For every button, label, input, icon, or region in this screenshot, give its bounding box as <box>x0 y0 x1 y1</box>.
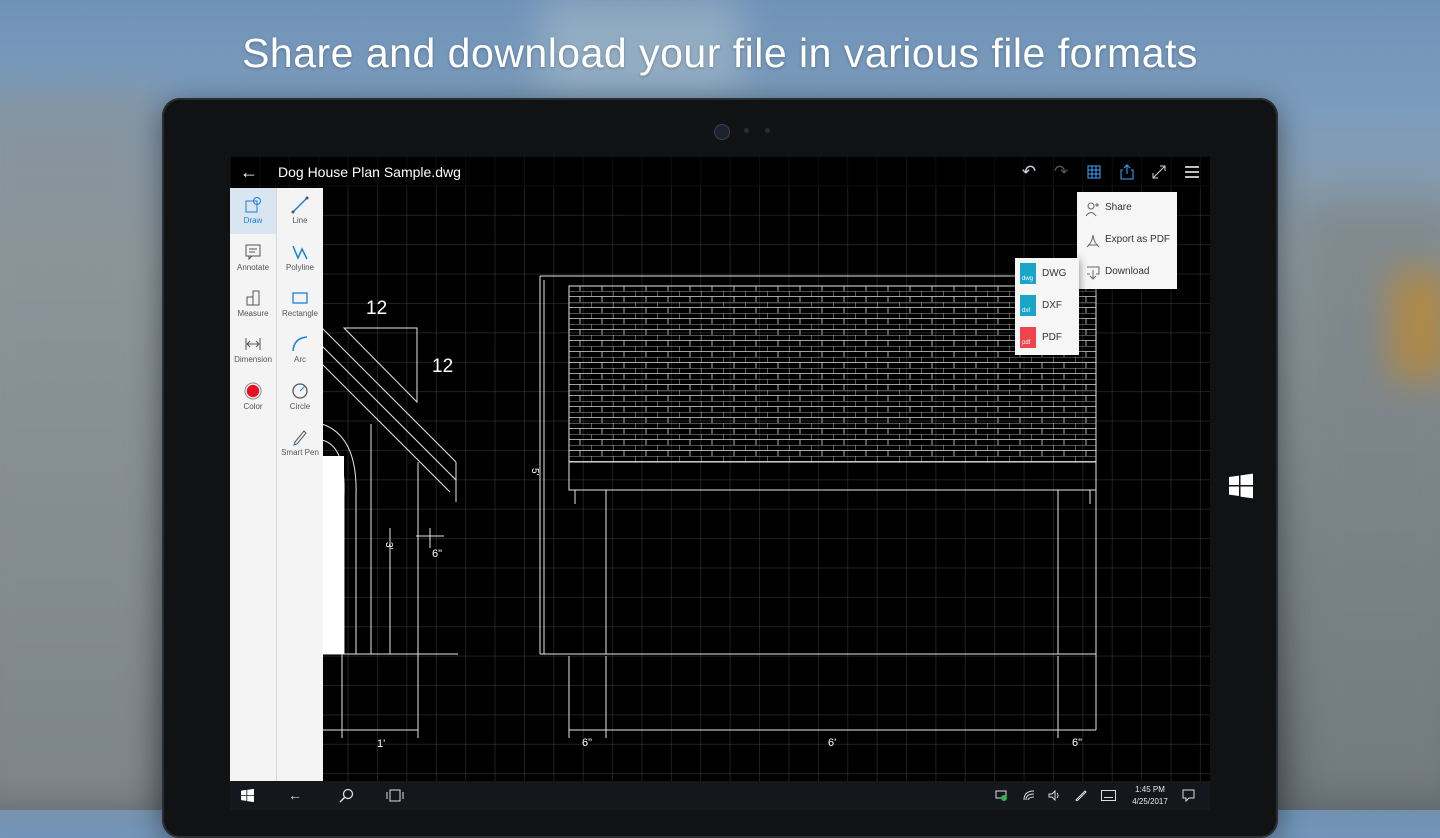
tool-label: Annotate <box>236 263 270 272</box>
line-icon <box>291 196 309 214</box>
menu-item-label: Export as PDF <box>1105 234 1171 245</box>
tool-rectangle[interactable]: Rectangle <box>277 281 323 327</box>
measure-icon <box>246 290 260 306</box>
start-icon[interactable] <box>240 788 255 803</box>
menu-item-export-pdf[interactable]: Export as PDF <box>1077 225 1177 257</box>
tool-color[interactable]: Color <box>230 374 276 420</box>
notifications-icon[interactable] <box>1182 789 1195 802</box>
tool-label: Smart Pen <box>281 448 319 457</box>
camera-icon <box>714 124 730 140</box>
app-screen: 12 12 5' 3' 6" 1' 6" 6' 6" ← Dog House P… <box>230 156 1210 810</box>
security-tray-icon[interactable] <box>995 790 1007 801</box>
tool-label: Dimension <box>234 355 272 364</box>
cad-drawing[interactable]: 12 12 5' 3' 6" 1' 6" 6' 6" <box>230 156 1210 781</box>
sensor-dot <box>744 128 749 133</box>
arrow-left-icon[interactable]: ← <box>240 162 262 182</box>
format-label: DXF <box>1042 300 1062 311</box>
dwg-file-icon: dwg <box>1020 263 1036 284</box>
door-width-dim-label: 1' <box>377 738 385 750</box>
roof-run-label: 12 <box>366 298 387 319</box>
download-icon <box>1087 266 1100 280</box>
download-format-menu: dwg DWG dxf DXF pdf PDF <box>1015 258 1079 355</box>
roof-rise-label: 12 <box>432 356 453 377</box>
tool-measure[interactable]: Measure <box>230 281 276 327</box>
clock-time: 1:45 PM <box>1135 785 1165 794</box>
tool-label: Polyline <box>285 263 314 272</box>
tool-draw[interactable]: Draw <box>230 188 276 234</box>
pdf-file-icon: pdf <box>1020 327 1036 348</box>
tool-circle[interactable]: Circle <box>277 374 323 420</box>
tool-annotate[interactable]: Annotate <box>230 235 276 281</box>
undo-icon[interactable]: ↶ <box>1018 162 1040 182</box>
door-height-dim-label: 3' <box>383 542 394 550</box>
wifi-icon[interactable] <box>1023 790 1035 801</box>
smart-pen-icon <box>293 430 307 446</box>
file-tag: pdf <box>1022 340 1031 346</box>
system-clock[interactable]: 1:45 PM 4/25/2017 <box>1125 784 1175 808</box>
format-label: DWG <box>1042 268 1067 279</box>
windows-taskbar: ← 1:45 PM 4/25/2017 <box>230 781 1210 810</box>
share-menu: Share Export as PDF Download <box>1077 192 1177 289</box>
door-opening <box>322 456 344 654</box>
pdf-export-icon <box>1086 234 1100 248</box>
format-item-pdf[interactable]: pdf PDF <box>1015 322 1079 354</box>
document-title: Dog House Plan Sample.dwg <box>278 164 461 180</box>
tool-dimension[interactable]: Dimension <box>230 327 276 373</box>
sensor-dot <box>765 128 770 133</box>
right-overhang-dim-label: 6" <box>1072 737 1082 749</box>
circle-icon <box>292 383 308 399</box>
menu-item-label: Download <box>1105 266 1150 277</box>
dimension-icon <box>245 338 261 350</box>
format-item-dxf[interactable]: dxf DXF <box>1015 290 1079 322</box>
file-tag: dwg <box>1022 276 1034 282</box>
add-person-icon <box>1085 202 1099 217</box>
polyline-icon <box>292 245 308 260</box>
expand-icon[interactable] <box>1148 162 1170 182</box>
file-tag: dxf <box>1022 308 1031 314</box>
tool-arc[interactable]: Arc <box>277 327 323 373</box>
volume-icon[interactable] <box>1048 790 1060 801</box>
tool-label: Draw <box>243 216 263 225</box>
app-title-bar: ← Dog House Plan Sample.dwg ↶ ↷ <box>230 156 1210 188</box>
tool-label: Arc <box>294 355 306 364</box>
rectangle-icon <box>292 292 308 304</box>
dxf-file-icon: dxf <box>1020 295 1036 316</box>
back-arrow-icon[interactable]: ← <box>288 785 302 805</box>
headline: Share and download your file in various … <box>242 30 1198 76</box>
arc-icon <box>292 336 308 352</box>
menu-item-share[interactable]: Share <box>1077 193 1177 225</box>
tool-label: Line <box>292 216 308 225</box>
annotate-icon <box>245 244 261 261</box>
tool-label: Rectangle <box>281 309 319 318</box>
tool-polyline[interactable]: Polyline <box>277 235 323 281</box>
windows-logo-icon[interactable] <box>1227 472 1255 500</box>
task-view-icon[interactable] <box>386 789 404 802</box>
draw-icon <box>245 197 261 213</box>
width-dim-label: 6' <box>828 737 836 749</box>
redo-icon[interactable]: ↷ <box>1050 162 1072 182</box>
grid-icon[interactable] <box>1083 162 1105 182</box>
left-overhang-dim-label: 6" <box>582 737 592 749</box>
keyboard-icon[interactable] <box>1101 790 1116 801</box>
menu-item-label: Share <box>1105 202 1132 213</box>
color-icon <box>244 382 262 400</box>
hamburger-icon[interactable] <box>1181 162 1203 182</box>
menu-item-download[interactable]: Download <box>1077 257 1177 289</box>
format-label: PDF <box>1042 332 1062 343</box>
clock-date: 4/25/2017 <box>1132 797 1168 806</box>
format-item-dwg[interactable]: dwg DWG <box>1015 258 1079 290</box>
tool-label: Circle <box>289 402 311 411</box>
share-icon[interactable] <box>1116 162 1138 182</box>
search-icon[interactable] <box>339 788 354 803</box>
tool-smart-pen[interactable]: Smart Pen <box>277 420 323 466</box>
tool-label: Color <box>243 402 263 411</box>
eave-dim-label: 6" <box>432 548 442 560</box>
height-dim-label: 5' <box>529 468 540 476</box>
tool-line[interactable]: Line <box>277 188 323 234</box>
pen-icon[interactable] <box>1075 790 1087 801</box>
tool-label: Measure <box>237 309 269 318</box>
